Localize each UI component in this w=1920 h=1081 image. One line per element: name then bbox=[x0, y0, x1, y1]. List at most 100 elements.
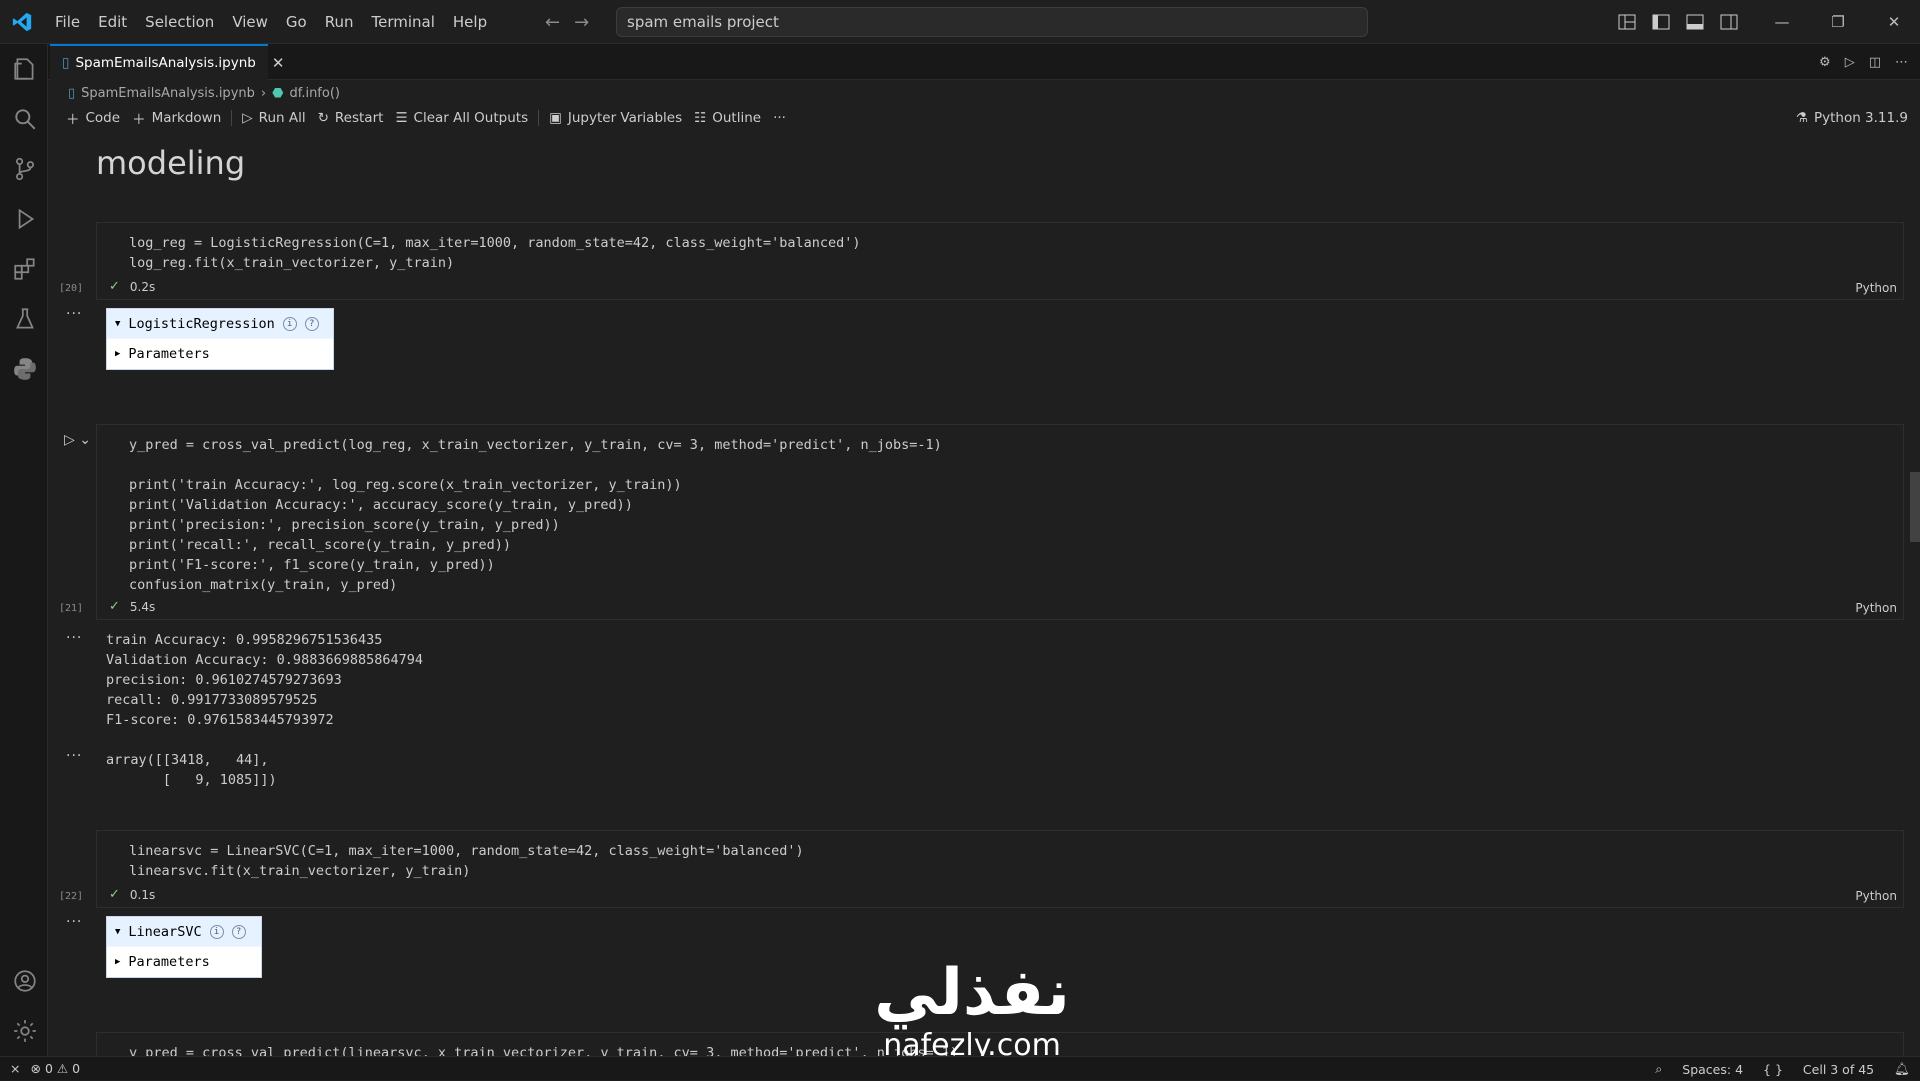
split-editor-icon[interactable]: ◫ bbox=[1869, 55, 1881, 70]
menu-file[interactable]: File bbox=[46, 0, 89, 44]
code-line: y_pred = cross_val_predict(log_reg, x_tr… bbox=[129, 437, 942, 453]
code-cell-20[interactable]: log_reg = LogisticRegression(C=1, max_it… bbox=[59, 222, 1904, 300]
notebook-file-icon: ▯ bbox=[62, 55, 70, 71]
widget-parameters[interactable]: ▶ Parameters bbox=[107, 339, 333, 369]
menu-terminal[interactable]: Terminal bbox=[363, 0, 444, 44]
info-icon[interactable]: i bbox=[209, 924, 224, 939]
exec-time: 5.4s bbox=[129, 599, 156, 614]
cell-language[interactable]: Python bbox=[1855, 281, 1897, 295]
kernel-picker[interactable]: ⚗ Python 3.11.9 bbox=[1796, 104, 1908, 132]
customize-layout-icon[interactable] bbox=[1618, 13, 1636, 31]
output-more-icon[interactable]: ··· bbox=[66, 306, 82, 322]
widget-header[interactable]: ▼ LinearSVC i? bbox=[107, 917, 261, 947]
parameters-label: Parameters bbox=[128, 346, 210, 362]
output-more-icon[interactable]: ··· bbox=[66, 748, 82, 764]
output-line: [ 9, 1085]]) bbox=[106, 772, 277, 788]
cell-language[interactable]: Python bbox=[1855, 601, 1897, 615]
close-window-icon[interactable]: ✕ bbox=[1866, 13, 1920, 31]
menu-run[interactable]: Run bbox=[316, 0, 363, 44]
python-icon[interactable] bbox=[12, 356, 38, 382]
source-control-icon[interactable] bbox=[12, 156, 38, 182]
command-center-search[interactable]: spam emails project bbox=[616, 7, 1368, 37]
restore-icon[interactable]: ❐ bbox=[1810, 13, 1866, 31]
search-icon[interactable] bbox=[12, 106, 38, 132]
minimize-icon[interactable]: — bbox=[1754, 13, 1810, 31]
extensions-icon[interactable] bbox=[12, 256, 38, 282]
output-line: F1-score: 0.9761583445793972 bbox=[106, 712, 334, 728]
jupyter-variables-button[interactable]: ▣ Jupyter Variables bbox=[543, 106, 688, 130]
remote-icon[interactable]: ⨯ bbox=[10, 1061, 20, 1076]
accounts-icon[interactable] bbox=[12, 968, 38, 994]
cell-language[interactable]: Python bbox=[1855, 889, 1897, 903]
estimator-widget: ▼ LinearSVC i? ▶ Parameters bbox=[106, 916, 262, 978]
toggle-primary-sidebar-icon[interactable] bbox=[1652, 13, 1670, 31]
language-braces-icon[interactable]: { } bbox=[1763, 1062, 1783, 1077]
testing-flask-icon[interactable] bbox=[12, 306, 38, 332]
run-cell-icon[interactable]: ▷ ⌄ bbox=[64, 432, 91, 448]
code-cell-22[interactable]: linearsvc = LinearSVC(C=1, max_iter=1000… bbox=[59, 830, 1904, 908]
menu-selection[interactable]: Selection bbox=[136, 0, 223, 44]
code-line: print('Validation Accuracy:', accuracy_s… bbox=[129, 497, 633, 513]
widget-parameters[interactable]: ▶ Parameters bbox=[107, 947, 261, 977]
run-all-button[interactable]: ▷ Run All bbox=[236, 106, 311, 130]
explorer-icon[interactable] bbox=[12, 56, 38, 82]
cell-symbol-icon: ⬣ bbox=[272, 85, 284, 101]
code-line: print('train Accuracy:', log_reg.score(x… bbox=[129, 477, 682, 493]
cell-status: ✓ 0.1s bbox=[109, 887, 155, 902]
menu-edit[interactable]: Edit bbox=[89, 0, 136, 44]
toolbar-more-button[interactable]: ··· bbox=[767, 106, 792, 130]
stdout-output: train Accuracy: 0.9958296751536435 Valid… bbox=[106, 630, 423, 730]
help-icon[interactable]: ? bbox=[304, 316, 319, 331]
info-icon[interactable]: i bbox=[282, 316, 297, 331]
code-line: linearsvc = LinearSVC(C=1, max_iter=1000… bbox=[129, 843, 804, 859]
output-more-icon[interactable]: ··· bbox=[66, 914, 82, 930]
notebook-settings-gear-icon[interactable]: ⚙ bbox=[1819, 55, 1831, 70]
problems-indicator[interactable]: ⊗ 0 ⚠ 0 bbox=[30, 1061, 80, 1076]
tab-notebook[interactable]: ▯ SpamEmailsAnalysis.ipynb ✕ bbox=[50, 44, 284, 80]
cell-code[interactable]: log_reg = LogisticRegression(C=1, max_it… bbox=[97, 223, 1903, 273]
restart-button[interactable]: ↻ Restart bbox=[312, 106, 390, 130]
breadcrumb-file[interactable]: SpamEmailsAnalysis.ipynb bbox=[81, 86, 255, 101]
cell-code[interactable]: linearsvc = LinearSVC(C=1, max_iter=1000… bbox=[97, 831, 1903, 881]
menu-go[interactable]: Go bbox=[277, 0, 316, 44]
widget-header[interactable]: ▼ LogisticRegression i? bbox=[107, 309, 333, 339]
warning-count: 0 bbox=[72, 1061, 81, 1076]
chevron-right-icon: › bbox=[260, 85, 267, 101]
cell-code[interactable]: y_pred = cross_val_predict(log_reg, x_tr… bbox=[97, 425, 1903, 595]
toggle-secondary-sidebar-icon[interactable] bbox=[1720, 13, 1738, 31]
status-right: ⌕ Spaces: 4 { } Cell 3 of 45 🔔︎ bbox=[1655, 1057, 1910, 1081]
code-line: confusion_matrix(y_train, y_pred) bbox=[129, 577, 398, 593]
indentation-status[interactable]: Spaces: 4 bbox=[1682, 1062, 1743, 1077]
notebook-content: modeling log_reg = LogisticRegression(C=… bbox=[48, 136, 1920, 1056]
zoom-icon[interactable]: ⌕ bbox=[1655, 1061, 1662, 1077]
exec-time: 0.2s bbox=[129, 279, 156, 294]
more-actions-icon[interactable]: ⋯ bbox=[1895, 55, 1908, 70]
notifications-bell-icon[interactable]: 🔔︎ bbox=[1894, 1061, 1910, 1077]
help-icon[interactable]: ? bbox=[231, 924, 246, 939]
menu-view[interactable]: View bbox=[223, 0, 277, 44]
breadcrumb-symbol[interactable]: df.info() bbox=[289, 86, 340, 101]
output-line: array([[3418, 44], bbox=[106, 752, 269, 768]
toggle-panel-icon[interactable] bbox=[1686, 13, 1704, 31]
parameters-label: Parameters bbox=[128, 954, 210, 970]
close-tab-icon[interactable]: ✕ bbox=[272, 54, 285, 72]
collapse-triangle-icon: ▼ bbox=[115, 318, 121, 329]
layout-controls bbox=[1618, 0, 1738, 44]
vertical-scrollbar[interactable] bbox=[1910, 472, 1920, 542]
back-arrow-icon[interactable]: ← bbox=[545, 12, 560, 33]
cell-position[interactable]: Cell 3 of 45 bbox=[1803, 1062, 1874, 1077]
widget-title: LinearSVC bbox=[128, 923, 202, 940]
output-line: train Accuracy: 0.9958296751536435 bbox=[106, 632, 383, 648]
run-icon[interactable]: ▷ bbox=[1845, 55, 1855, 70]
exec-time: 0.1s bbox=[129, 887, 156, 902]
outline-button[interactable]: ☷ Outline bbox=[688, 106, 767, 130]
clear-all-outputs-button[interactable]: ☰ Clear All Outputs bbox=[389, 106, 534, 130]
forward-arrow-icon[interactable]: → bbox=[574, 12, 589, 33]
run-debug-icon[interactable] bbox=[12, 206, 38, 232]
add-markdown-cell-button[interactable]: ＋ Markdown bbox=[126, 106, 227, 130]
code-cell-21[interactable]: y_pred = cross_val_predict(log_reg, x_tr… bbox=[59, 424, 1904, 620]
add-code-cell-button[interactable]: ＋ Code bbox=[60, 106, 126, 130]
menu-help[interactable]: Help bbox=[444, 0, 496, 44]
settings-gear-icon[interactable] bbox=[12, 1018, 38, 1044]
output-more-icon[interactable]: ··· bbox=[66, 630, 82, 646]
